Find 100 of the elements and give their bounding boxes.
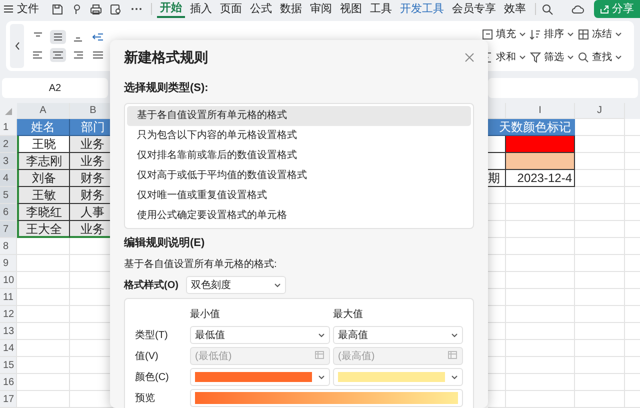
field-label: 类型(T) (135, 328, 169, 342)
list-item[interactable]: 基于各自值设置所有单元格的格式 (127, 106, 471, 126)
color-dropdown[interactable] (333, 368, 463, 386)
menu-tab[interactable]: 公式 (247, 0, 275, 18)
empty-cell (506, 204, 575, 221)
empty-cell (506, 255, 575, 272)
align-icon[interactable] (50, 30, 66, 44)
menu-tab[interactable]: 工具 (367, 0, 395, 18)
row-header[interactable]: 5 (0, 187, 17, 204)
row-header[interactable]: 9 (0, 255, 17, 272)
list-item[interactable]: 仅对唯一值或重复值设置格式 (127, 186, 471, 206)
row-header[interactable]: 4 (0, 170, 17, 187)
row-header[interactable]: 6 (0, 204, 17, 221)
empty-cell (506, 391, 575, 408)
column-header[interactable]: A (17, 103, 70, 119)
empty-cell (506, 289, 575, 306)
share-icon (600, 4, 609, 14)
share-button[interactable]: 分享 (594, 0, 640, 18)
column-header[interactable]: I (506, 103, 575, 119)
save-icon[interactable] (52, 4, 63, 14)
table-cell: 刘备 (17, 170, 70, 187)
empty-cell (575, 323, 625, 340)
field-label: 值(V) (135, 350, 160, 364)
field-label: 颜色(C) (135, 370, 170, 384)
menu-tab[interactable]: 开发工具 (397, 0, 447, 18)
empty-cell (575, 238, 625, 255)
caret-icon (567, 55, 574, 60)
name-box[interactable]: A2 (2, 78, 108, 98)
menu-tab[interactable]: 数据 (277, 0, 305, 18)
ribbon-tool-button[interactable]: 查找 (578, 50, 630, 65)
list-item[interactable]: 仅对高于或低于平均值的数值设置格式 (127, 166, 471, 186)
caret-icon (318, 374, 325, 380)
menu-tab[interactable]: 会员专享 (449, 0, 499, 18)
print-icon[interactable] (90, 4, 102, 14)
row-header[interactable]: 8 (0, 238, 17, 255)
color-dropdown[interactable] (190, 368, 330, 386)
empty-cell (575, 374, 625, 391)
table-cell: 李志刚 (17, 153, 70, 170)
table-cell: 天数颜色标记 (488, 119, 575, 136)
menu-tab[interactable]: 审阅 (307, 0, 335, 18)
list-item[interactable]: 仅对排名靠前或靠后的数值设置格式 (127, 146, 471, 166)
freeze-icon (578, 29, 589, 40)
row-header[interactable]: 2 (0, 136, 17, 153)
menu-icon[interactable] (4, 5, 13, 13)
row-header[interactable]: 10 (0, 272, 17, 289)
row-header[interactable]: 12 (0, 306, 17, 323)
row-header[interactable]: 11 (0, 289, 17, 306)
row-header[interactable]: 17 (0, 391, 17, 408)
empty-cell (575, 204, 625, 221)
more-icon[interactable] (131, 7, 142, 11)
description-text: 基于各自值设置所有单元格的格式: (124, 258, 278, 272)
column-label: 最大值 (333, 308, 364, 322)
section-label: 选择规则类型(S): (124, 80, 210, 96)
file-menu[interactable]: 文件 (17, 0, 39, 18)
print-preview-icon[interactable] (110, 4, 122, 14)
row-header[interactable]: 13 (0, 323, 17, 340)
fill-icon (482, 29, 493, 40)
row-header[interactable]: 15 (0, 357, 17, 374)
format-style-dropdown[interactable]: 双色刻度 (186, 276, 286, 294)
search-icon[interactable] (542, 4, 553, 14)
table-cell: 姓名 (17, 119, 70, 136)
ribbon-tool-button[interactable]: 排序 (530, 27, 578, 42)
caret-icon (318, 332, 325, 338)
menu-tab[interactable]: 插入 (187, 0, 215, 18)
ribbon-tool-button[interactable]: 冻结 (578, 27, 630, 42)
row-header[interactable]: 16 (0, 374, 17, 391)
ribbon-tool-button[interactable]: 填充 (482, 27, 530, 42)
cloud-icon[interactable] (571, 4, 584, 14)
table-cell: 2023-12-4 (506, 170, 575, 187)
field-label: 格式样式(O) (124, 278, 180, 292)
range-picker-icon (448, 351, 458, 361)
empty-cell (575, 306, 625, 323)
close-icon[interactable] (465, 52, 474, 62)
caret-icon (567, 32, 574, 37)
caret-icon (615, 55, 622, 60)
empty-cell (506, 238, 575, 255)
ribbon-tool-button[interactable]: 筛选 (530, 50, 578, 65)
empty-cell (506, 306, 575, 323)
empty-cell (506, 357, 575, 374)
row-header[interactable]: 3 (0, 153, 17, 170)
empty-cell (575, 340, 625, 357)
column-header[interactable]: J (575, 103, 625, 119)
row-header[interactable]: 14 (0, 340, 17, 357)
list-item[interactable]: 只为包含以下内容的单元格设置格式 (127, 126, 471, 146)
row-header[interactable]: 1 (0, 119, 17, 136)
type-dropdown[interactable]: 最低值 (190, 326, 330, 344)
menu-tab[interactable]: 页面 (217, 0, 245, 18)
search-icon (578, 52, 589, 63)
row-header[interactable]: 7 (0, 221, 17, 238)
filter-icon (530, 52, 541, 63)
align-icon[interactable] (50, 48, 66, 62)
menu-tab[interactable]: 视图 (337, 0, 365, 18)
empty-cell (575, 170, 625, 187)
table-cell: 王晓 (17, 136, 70, 153)
chevron-left-icon (14, 42, 20, 50)
menu-tab[interactable]: 效率 (501, 0, 529, 18)
table-cell: 王敏 (17, 187, 70, 204)
list-item[interactable]: 使用公式确定要设置格式的单元格 (127, 206, 471, 226)
type-dropdown[interactable]: 最高值 (333, 326, 463, 344)
caret-icon (451, 332, 458, 338)
